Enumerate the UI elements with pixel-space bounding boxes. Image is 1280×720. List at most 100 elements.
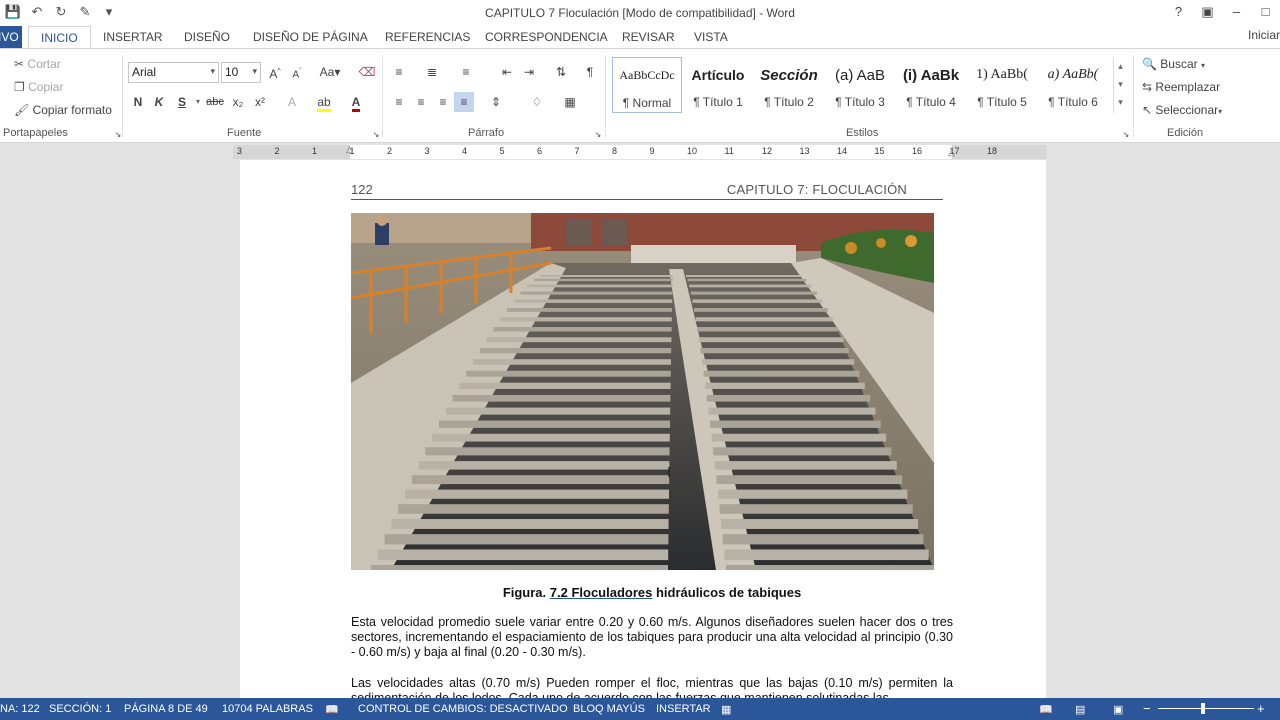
tab-revisar[interactable]: REVISAR	[622, 30, 675, 44]
read-mode-icon[interactable]: 📖	[1039, 703, 1053, 716]
shading-icon[interactable]: ♢	[527, 92, 547, 112]
highlight-icon[interactable]: ab	[314, 92, 334, 112]
indent-marker-icon[interactable]: △	[346, 144, 353, 155]
style-titulo-3[interactable]: (a) AaB ¶ Título 3	[825, 57, 895, 113]
align-left-icon[interactable]: ≡	[389, 92, 409, 112]
zoom-slider[interactable]	[1158, 708, 1254, 709]
numbering-icon[interactable]: ≣	[422, 62, 442, 82]
replace-icon: ⇆	[1142, 80, 1153, 94]
status-track-changes[interactable]: CONTROL DE CAMBIOS: DESACTIVADO	[358, 703, 568, 715]
baffle-plank	[513, 299, 673, 303]
style-titulo-1[interactable]: Artículo ¶ Título 1	[683, 57, 753, 113]
print-layout-icon[interactable]: ▤	[1075, 703, 1085, 716]
baffle-plank	[698, 337, 844, 343]
borders-icon[interactable]: ▦	[560, 92, 580, 112]
paragraph-group-label: Párrafo	[468, 127, 505, 139]
horizontal-ruler[interactable]: 3 2 1 1 2 3 4 5 6 7 8 9 10 11 12 13 14 15 16 17 18 △ △	[0, 144, 1280, 160]
web-layout-icon[interactable]: ▣	[1113, 703, 1123, 716]
font-name-combo[interactable]: Arial ▾	[128, 62, 219, 83]
style-titulo-5[interactable]: 1) AaBb(¶ Título 5	[967, 57, 1037, 113]
strikethrough-button[interactable]: abc	[205, 92, 225, 112]
select-label: Seleccionar	[1155, 103, 1219, 117]
shrink-font-icon[interactable]: Aˇ	[287, 62, 307, 82]
more-styles-icon[interactable]: ▾	[1114, 93, 1127, 111]
align-right-icon[interactable]: ≡	[433, 92, 453, 112]
flocculator-photo[interactable]	[351, 213, 934, 570]
tab-diseno[interactable]: DISEÑO	[184, 30, 230, 44]
baffle-plank	[534, 278, 673, 282]
replace-button[interactable]: ⇆ Reemplazar	[1142, 80, 1220, 94]
ruler-number: 12	[762, 146, 773, 156]
status-insert[interactable]: INSERTAR	[656, 703, 711, 715]
caption-reference[interactable]: 7.2 Floculadores	[550, 585, 653, 600]
zoom-slider-thumb[interactable]	[1201, 703, 1205, 714]
grow-font-icon[interactable]: A^	[265, 62, 285, 82]
decrease-indent-icon[interactable]: ⇤	[497, 62, 517, 82]
maximize-button[interactable]: □	[1251, 0, 1280, 24]
style-titulo-4[interactable]: (i) AaBk ¶ Título 4	[896, 57, 966, 113]
status-caps-lock[interactable]: BLOQ MAYÚS	[573, 703, 645, 715]
style-titulo-2[interactable]: Sección ¶ Título 2	[754, 57, 824, 113]
cut-button[interactable]: ✂ Cortar	[14, 57, 61, 71]
baffle-plank	[713, 447, 892, 456]
format-painter-button[interactable]: 🖌 Copiar formato	[14, 103, 112, 117]
superscript-button[interactable]: x²	[250, 92, 270, 112]
subscript-button[interactable]: x₂	[228, 92, 248, 112]
macro-icon[interactable]: ▦	[721, 703, 731, 716]
zoom-out-button[interactable]: −	[1143, 701, 1151, 716]
bullets-icon[interactable]: ≡	[389, 62, 409, 82]
select-button[interactable]: ↖ Seleccionar▾	[1142, 103, 1222, 117]
zoom-in-button[interactable]: +	[1257, 701, 1265, 716]
clear-format-icon[interactable]: ⌫	[357, 62, 377, 82]
separator	[382, 55, 383, 137]
flocculator-illustration	[351, 213, 934, 570]
sign-in-link[interactable]: Iniciar	[1248, 28, 1280, 42]
font-color-icon[interactable]: A	[346, 92, 366, 112]
status-words[interactable]: 10704 PALABRAS	[222, 703, 313, 715]
align-center-icon[interactable]: ≡	[411, 92, 431, 112]
find-button[interactable]: 🔍 Buscar ▾	[1142, 57, 1205, 71]
increase-indent-icon[interactable]: ⇥	[519, 62, 539, 82]
baffle-plank	[721, 519, 919, 529]
tab-diseno-pagina[interactable]: DISEÑO DE PÁGINA	[253, 30, 368, 44]
baffle-plank	[687, 278, 807, 282]
tab-inicio[interactable]: INICIO	[28, 26, 91, 49]
status-section[interactable]: SECCIÓN: 1	[49, 703, 111, 715]
bold-button[interactable]: N	[128, 92, 148, 112]
tab-referencias[interactable]: REFERENCIAS	[385, 30, 470, 44]
scroll-up-icon[interactable]: ▴	[1114, 57, 1127, 75]
style-normal[interactable]: AaBbCcDc ¶ Normal	[612, 57, 682, 113]
right-indent-marker-icon[interactable]: △	[948, 147, 955, 158]
tab-insertar[interactable]: INSERTAR	[103, 30, 163, 44]
tab-vista[interactable]: VISTA	[694, 30, 728, 44]
scroll-down-icon[interactable]: ▾	[1114, 75, 1127, 93]
baffle-plank	[697, 327, 839, 332]
clipboard-launcher-icon[interactable]: ↘	[108, 125, 128, 145]
style-titulo-6[interactable]: a) AaBb(¶ Título 6	[1038, 57, 1108, 113]
ruler-number: 16	[912, 146, 923, 156]
paragraph-2[interactable]: Las velocidades altas (0.70 m/s) Pueden …	[351, 676, 953, 698]
baffle-plank	[689, 284, 812, 288]
italic-button[interactable]: K	[149, 92, 169, 112]
multilevel-list-icon[interactable]: ≡	[456, 62, 476, 82]
copy-button[interactable]: ❐ Copiar	[14, 80, 63, 94]
document-page[interactable]: 122 CAPITULO 7: FLOCULACIÓN Figura. 7.2 …	[240, 160, 1046, 698]
help-icon[interactable]: ?	[1164, 0, 1193, 24]
ribbon-display-icon[interactable]: ▣	[1193, 0, 1222, 24]
paragraph-1[interactable]: Esta velocidad promedio suele variar ent…	[351, 615, 953, 660]
justify-icon[interactable]: ≡	[454, 92, 474, 112]
sort-icon[interactable]: ⇅	[551, 62, 571, 82]
tab-file[interactable]: IVO	[0, 26, 22, 48]
tab-correspondencia[interactable]: CORRESPONDENCIA	[485, 30, 608, 44]
status-pages[interactable]: PÁGINA 8 DE 49	[124, 703, 208, 715]
line-spacing-icon[interactable]: ⇕	[486, 92, 506, 112]
text-effects-icon[interactable]: A	[282, 92, 302, 112]
pilcrow-icon[interactable]: ¶	[580, 62, 600, 82]
status-page[interactable]: NA: 122	[0, 703, 40, 715]
style-sample: Artículo	[691, 67, 745, 83]
minimize-button[interactable]: –	[1222, 0, 1251, 24]
font-launcher-icon[interactable]: ↘	[366, 125, 386, 145]
font-size-combo[interactable]: 10 ▾	[221, 62, 261, 83]
proofing-icon[interactable]: 📖	[325, 703, 339, 716]
change-case-icon[interactable]: Aa▾	[315, 62, 345, 82]
